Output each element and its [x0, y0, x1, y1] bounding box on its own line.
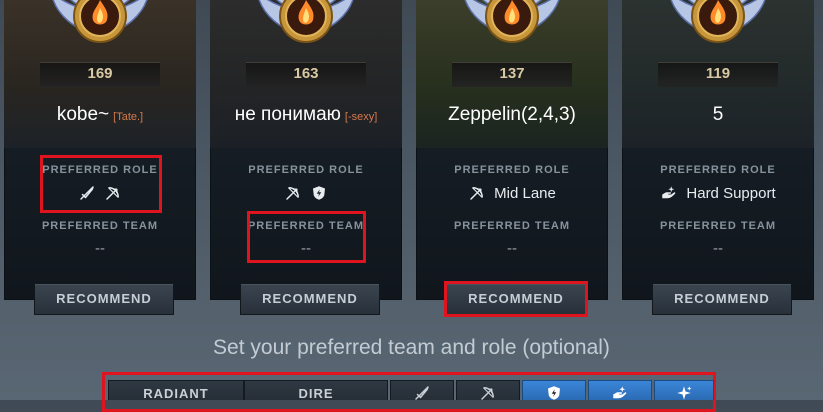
preference-prompt: Set your preferred team and role (option… — [213, 336, 610, 359]
player-card-3: 137 Zeppelin(2,4,3) PREFERRED ROLE Mid L… — [416, 0, 608, 315]
player-card-2: 163 не понимаю [-sexy] PREFERRED ROLE PRE… — [210, 0, 402, 315]
preferred-team-label: PREFERRED TEAM — [659, 220, 777, 232]
preferred-role-value: Hard Support — [622, 183, 814, 203]
role-option-sword[interactable] — [390, 380, 454, 400]
clan-tag: [Tate.] — [113, 111, 144, 123]
hand-sparkle-icon — [613, 386, 627, 399]
preferred-team-value: -- — [713, 240, 723, 257]
player-level: 163 — [293, 65, 319, 82]
player-level: 169 — [87, 65, 113, 82]
lightning-shield-icon — [548, 386, 560, 400]
player-name-text: не понимаю — [234, 104, 341, 125]
preferred-role-value — [210, 183, 402, 203]
player-level: 119 — [705, 65, 731, 82]
recommend-button[interactable]: RECOMMEND — [652, 283, 792, 315]
role-option-sparkle[interactable] — [654, 380, 714, 400]
sword-icon — [80, 186, 94, 200]
rank-medal-icon — [50, 0, 150, 43]
preference-options-bar: RADIANT DIRE — [102, 374, 716, 400]
player-banner: 169 kobe~ [Tate.] — [4, 0, 196, 148]
preferred-role-label: PREFERRED ROLE — [42, 164, 158, 176]
sword-icon — [415, 386, 429, 400]
clan-tag: [-sexy] — [344, 111, 378, 123]
bow-icon — [470, 187, 484, 200]
bow-icon — [286, 187, 299, 200]
player-banner: 163 не понимаю [-sexy] — [210, 0, 402, 148]
team-option-radiant[interactable]: RADIANT — [108, 380, 244, 400]
player-name[interactable]: kobe~ [Tate.] — [4, 104, 196, 126]
role-text: Mid Lane — [494, 184, 556, 202]
rank-medal-icon — [256, 0, 356, 43]
sparkle-icon — [677, 386, 692, 400]
preferred-role-value: Mid Lane — [416, 183, 608, 203]
player-level: 137 — [499, 65, 525, 82]
player-name[interactable]: Zeppelin(2,4,3) — [416, 104, 608, 126]
preferred-role-label: PREFERRED ROLE — [454, 164, 570, 176]
rank-medal-icon — [462, 0, 562, 43]
recommend-button[interactable]: RECOMMEND — [446, 283, 586, 315]
player-name[interactable]: не понимаю [-sexy] — [210, 104, 402, 126]
bow-icon — [106, 187, 119, 200]
role-text: Hard Support — [686, 184, 776, 202]
player-card-1: 169 kobe~ [Tate.] PREFERRED ROLE PREFERRE… — [4, 0, 196, 315]
role-option-hand[interactable] — [588, 380, 652, 400]
preferred-role-value — [4, 183, 196, 203]
role-option-shield[interactable] — [522, 380, 586, 400]
player-name[interactable]: 5 — [622, 104, 814, 126]
hand-sparkle-icon — [662, 186, 676, 199]
preferred-team-label: PREFERRED TEAM — [453, 220, 571, 232]
recommend-button[interactable]: RECOMMEND — [240, 283, 380, 315]
player-banner: 119 5 — [622, 0, 814, 148]
lightning-shield-icon — [313, 186, 325, 200]
player-name-text: kobe~ — [56, 104, 110, 125]
preferred-role-label: PREFERRED ROLE — [660, 164, 776, 176]
rank-medal-icon — [668, 0, 768, 43]
recommend-button[interactable]: RECOMMEND — [34, 283, 174, 315]
player-card-4: 119 5 PREFERRED ROLE Hard Support PREFER… — [622, 0, 814, 315]
preferred-role-label: PREFERRED ROLE — [248, 164, 364, 176]
preferred-team-label: PREFERRED TEAM — [41, 220, 159, 232]
player-name-text: 5 — [712, 104, 724, 125]
preferred-team-value: -- — [507, 240, 517, 257]
team-option-dire[interactable]: DIRE — [244, 380, 388, 400]
player-banner: 137 Zeppelin(2,4,3) — [416, 0, 608, 148]
preferred-team-value: -- — [95, 240, 105, 257]
player-name-text: Zeppelin(2,4,3) — [448, 104, 576, 125]
preferred-team-label: PREFERRED TEAM — [247, 220, 365, 232]
role-option-bow[interactable] — [456, 380, 520, 400]
preferred-team-value: -- — [301, 240, 311, 257]
bow-icon — [481, 387, 494, 400]
